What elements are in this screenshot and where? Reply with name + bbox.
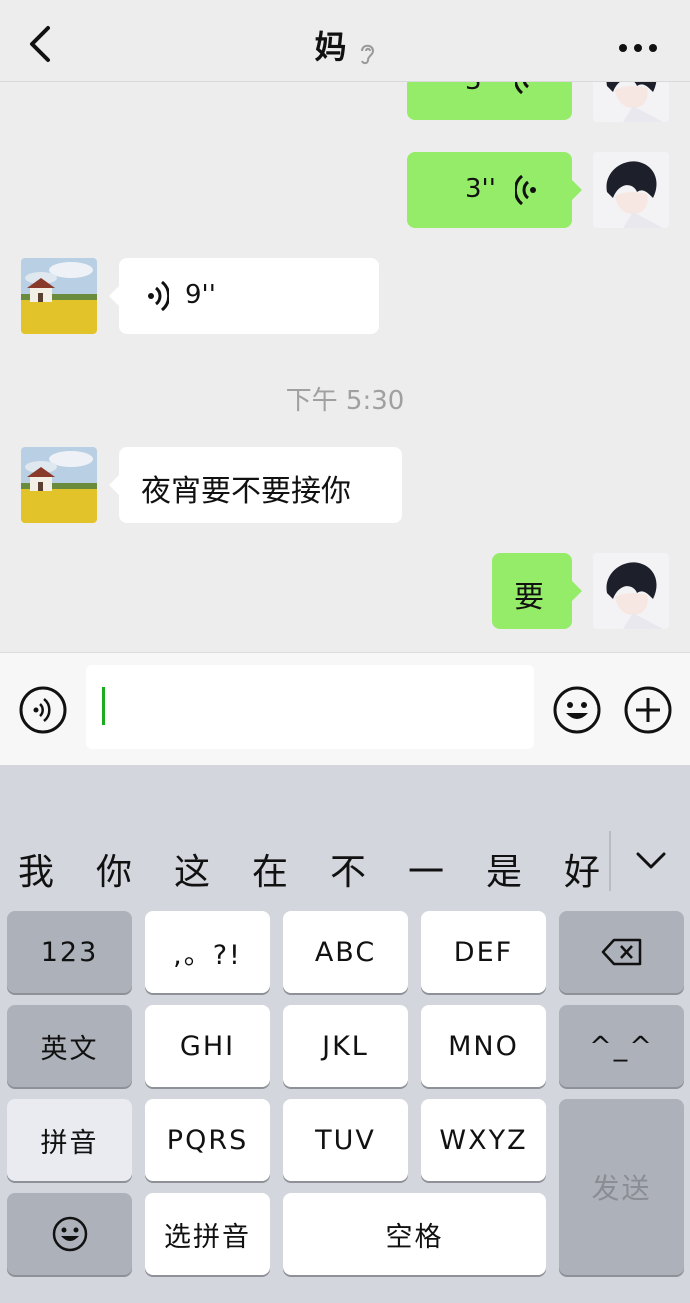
anime-character-icon: [593, 553, 669, 629]
my-avatar[interactable]: [593, 82, 669, 122]
emoji-button[interactable]: [552, 685, 602, 735]
text-message-out[interactable]: 要: [492, 553, 572, 629]
voice-icon: [515, 82, 530, 95]
space-key[interactable]: 空格: [283, 1193, 546, 1275]
key-123[interactable]: 123: [7, 911, 132, 993]
send-key[interactable]: 发送: [559, 1099, 684, 1275]
ear-icon: [360, 44, 374, 64]
key-select-pinyin[interactable]: 选拼音: [145, 1193, 270, 1275]
contact-avatar[interactable]: [21, 258, 97, 334]
key-ghi[interactable]: GHI: [145, 1005, 270, 1087]
key-tuv[interactable]: TUV: [283, 1099, 408, 1181]
expand-candidates-button[interactable]: [635, 851, 667, 871]
voice-message-in[interactable]: 9'': [119, 258, 379, 334]
candidate-word[interactable]: 是: [486, 843, 522, 895]
voice-icon: [515, 174, 536, 206]
input-bar: [0, 652, 690, 765]
candidate-word[interactable]: 我: [18, 843, 54, 895]
chat-header: 妈: [0, 0, 690, 82]
candidate-word[interactable]: 好: [564, 843, 600, 895]
emoji-key[interactable]: [7, 1193, 132, 1275]
backspace-icon: [601, 938, 641, 966]
my-avatar[interactable]: [593, 152, 669, 228]
key-abc[interactable]: ABC: [283, 911, 408, 993]
key-jkl[interactable]: JKL: [283, 1005, 408, 1087]
candidate-word[interactable]: 在: [252, 843, 288, 895]
text-caret: [102, 687, 105, 725]
key-english[interactable]: 英文: [7, 1005, 132, 1087]
house-field-icon: [21, 447, 97, 523]
key-def[interactable]: DEF: [421, 911, 546, 993]
voice-duration: 9'': [185, 280, 216, 310]
candidate-bar: 我 你 这 在 不 一 是 好: [0, 819, 690, 905]
voice-input-button[interactable]: [18, 685, 68, 735]
voice-duration: 3'': [465, 174, 496, 204]
chat-title: 妈: [314, 28, 347, 66]
message-input[interactable]: [86, 665, 534, 749]
more-button[interactable]: [618, 38, 658, 52]
text-message-in[interactable]: 夜宵要不要接你: [119, 447, 402, 523]
voice-icon: [148, 280, 169, 312]
more-icon: [619, 44, 657, 52]
message-list[interactable]: 3'' 3'': [0, 82, 690, 652]
key-emoticon[interactable]: ^_^: [559, 1005, 684, 1087]
key-mno[interactable]: MNO: [421, 1005, 546, 1087]
message-timestamp: 下午 5:30: [285, 386, 405, 416]
candidate-word[interactable]: 不: [330, 843, 366, 895]
plus-button[interactable]: [623, 685, 673, 735]
message-text: 夜宵要不要接你: [141, 474, 351, 509]
my-avatar[interactable]: [593, 553, 669, 629]
candidate-word[interactable]: 一: [408, 843, 444, 895]
candidate-word[interactable]: 这: [174, 843, 210, 895]
voice-duration: 3'': [465, 82, 496, 96]
key-pqrs[interactable]: PQRS: [145, 1099, 270, 1181]
candidate-word[interactable]: 你: [96, 843, 132, 895]
key-wxyz[interactable]: WXYZ: [421, 1099, 546, 1181]
message-text: 要: [514, 580, 544, 615]
voice-message-out[interactable]: 3'': [407, 82, 572, 120]
voice-message-out[interactable]: 3'': [407, 152, 572, 228]
backspace-key[interactable]: [559, 911, 684, 993]
candidate-divider: [609, 831, 611, 891]
anime-character-icon: [593, 152, 669, 228]
house-field-icon: [21, 258, 97, 334]
key-punctuation[interactable]: ,。?!: [145, 911, 270, 993]
key-pinyin[interactable]: 拼音: [7, 1099, 132, 1181]
keyboard: 我 你 这 在 不 一 是 好 123 ,。?! ABC DEF 英文 GHI …: [0, 765, 690, 1303]
emoji-icon: [52, 1216, 87, 1252]
anime-character-icon: [593, 82, 669, 122]
contact-avatar[interactable]: [21, 447, 97, 523]
